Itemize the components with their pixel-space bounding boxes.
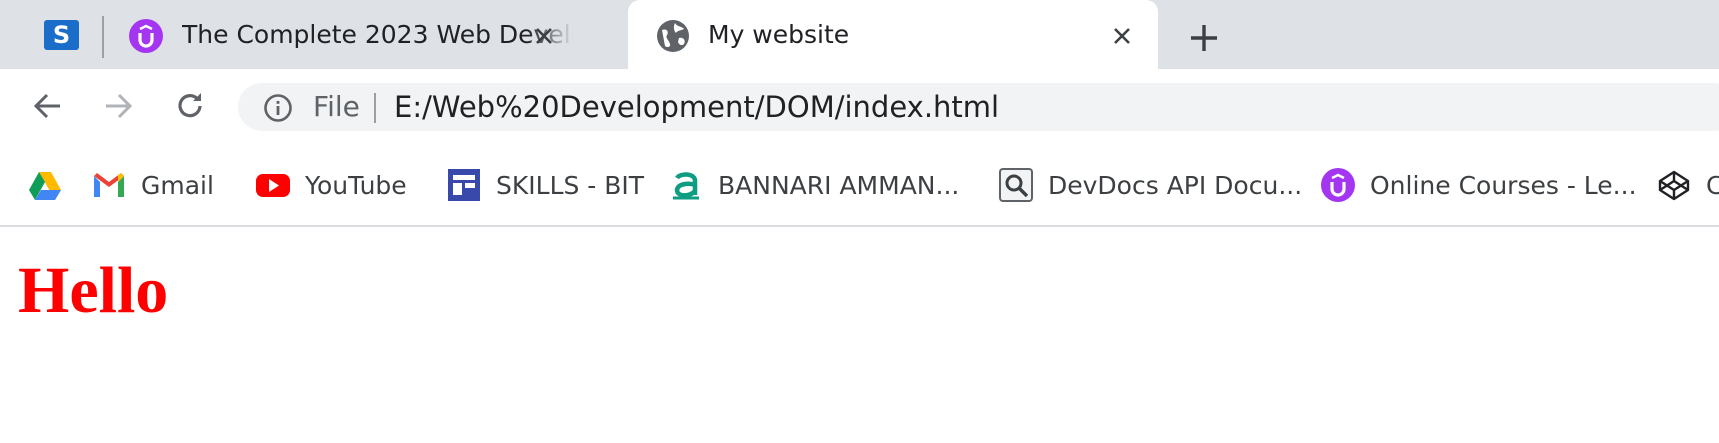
bookmark-youtube[interactable]: YouTube — [255, 145, 407, 225]
tab-title: My website — [708, 20, 850, 49]
url-text[interactable]: E:/Web%20Development/DOM/index.html — [394, 83, 999, 131]
pinned-tab-letter: S — [52, 21, 71, 49]
bookmark-codepen[interactable]: C — [1656, 145, 1719, 225]
codepen-icon — [1658, 170, 1690, 201]
bookmark-label: BANNARI AMMAN... — [718, 170, 960, 200]
bookmark-skills-bit[interactable]: SKILLS - BIT — [446, 145, 644, 225]
close-icon[interactable] — [530, 22, 558, 50]
omnibox-divider — [374, 93, 376, 123]
bookmark-online-courses[interactable]: Online Courses - Le... — [1320, 145, 1637, 225]
google-drive-icon — [29, 172, 61, 200]
url-scheme-label: File — [313, 90, 360, 123]
gmail-icon — [94, 173, 124, 197]
reload-icon[interactable] — [172, 88, 208, 124]
bookmark-label: SKILLS - BIT — [496, 170, 645, 200]
pinned-tab-skills[interactable]: S — [44, 20, 79, 50]
youtube-icon — [256, 174, 290, 197]
browser-toolbar: File E:/Web%20Development/DOM/index.html — [0, 69, 1719, 145]
info-icon[interactable] — [262, 92, 294, 124]
address-bar[interactable]: File E:/Web%20Development/DOM/index.html — [238, 83, 1719, 131]
bookmarks-bar: Gmail YouTube SKILLS - BIT BANNARI AMMAN… — [0, 145, 1719, 227]
page-content: Hello — [0, 227, 1719, 443]
tab-divider — [102, 16, 104, 58]
tab-my-website[interactable]: My website — [628, 0, 1158, 69]
tab-udemy-course[interactable]: The Complete 2023 Web Development Bootca… — [108, 0, 628, 69]
skills-icon — [448, 169, 480, 201]
bookmark-label: Gmail — [141, 170, 214, 200]
bookmark-devdocs[interactable]: DevDocs API Docu... — [998, 145, 1302, 225]
bookmark-label: Online Courses - Le... — [1370, 170, 1637, 200]
plus-icon[interactable] — [1186, 20, 1222, 56]
close-icon[interactable] — [1108, 22, 1136, 50]
forward-arrow-icon[interactable] — [100, 88, 136, 124]
tab-title: The Complete 2023 Web Development Bootca… — [182, 20, 574, 49]
udemy-icon — [129, 19, 163, 53]
bannari-icon — [673, 172, 699, 200]
back-arrow-icon[interactable] — [30, 88, 66, 124]
bookmark-bannari-amman[interactable]: BANNARI AMMAN... — [668, 145, 959, 225]
bookmark-google-drive[interactable] — [27, 145, 63, 225]
bookmark-label: YouTube — [305, 170, 407, 200]
devdocs-icon — [999, 168, 1033, 202]
globe-icon — [657, 20, 689, 52]
bookmark-label: DevDocs API Docu... — [1048, 170, 1303, 200]
bookmark-gmail[interactable]: Gmail — [91, 145, 214, 225]
udemy-icon — [1321, 168, 1355, 202]
tab-strip: S The Complete 2023 Web Development Boot… — [0, 0, 1719, 69]
bookmark-label: C — [1706, 170, 1719, 200]
page-heading: Hello — [18, 254, 169, 327]
